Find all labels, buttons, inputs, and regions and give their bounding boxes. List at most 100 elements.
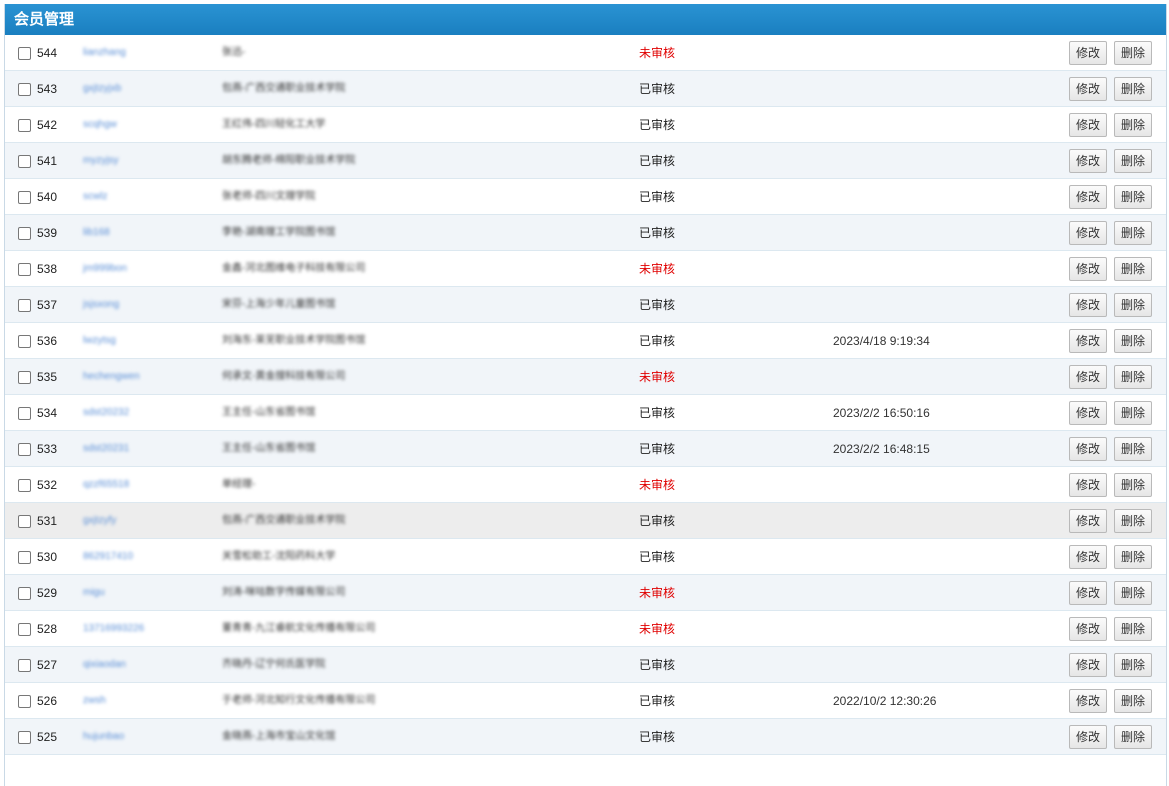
edit-button[interactable]: 修改 xyxy=(1069,653,1107,677)
delete-button[interactable]: 删除 xyxy=(1114,401,1152,425)
edit-button[interactable]: 修改 xyxy=(1069,437,1107,461)
username-link[interactable]: gxjtzyfy xyxy=(83,503,116,539)
row-checkbox[interactable] xyxy=(18,587,31,600)
edit-button[interactable]: 修改 xyxy=(1069,725,1107,749)
delete-button[interactable]: 删除 xyxy=(1114,293,1152,317)
username-link[interactable]: jsjsxong xyxy=(83,287,119,323)
member-id: 534 xyxy=(37,406,58,420)
row-checkbox[interactable] xyxy=(18,659,31,672)
status-badge: 已审核 xyxy=(639,694,676,708)
timestamp: 2022/10/2 12:30:26 xyxy=(833,694,937,708)
row-checkbox[interactable] xyxy=(18,155,31,168)
delete-button[interactable]: 删除 xyxy=(1114,365,1152,389)
edit-button[interactable]: 修改 xyxy=(1069,257,1107,281)
edit-button[interactable]: 修改 xyxy=(1069,113,1107,137)
edit-button[interactable]: 修改 xyxy=(1069,545,1107,569)
username-link[interactable]: hujunbao xyxy=(83,719,124,755)
edit-button[interactable]: 修改 xyxy=(1069,617,1107,641)
username-link[interactable]: lianzhang xyxy=(83,35,126,71)
table-row: 541 myzyjsy 胡东腾老师-绵阳职业技术学院 已审核 修改 删除 xyxy=(5,143,1166,179)
delete-button[interactable]: 删除 xyxy=(1114,77,1152,101)
row-checkbox[interactable] xyxy=(18,731,31,744)
delete-button[interactable]: 删除 xyxy=(1114,41,1152,65)
username-link[interactable]: hechengwen xyxy=(83,359,140,395)
table-row: 538 jm999bon 金鑫-河北图维电子科技有限公司 未审核 修改 删除 xyxy=(5,251,1166,287)
delete-button[interactable]: 删除 xyxy=(1114,581,1152,605)
delete-button[interactable]: 删除 xyxy=(1114,689,1152,713)
status-badge: 未审核 xyxy=(639,46,676,60)
username-link[interactable]: 862917410 xyxy=(83,539,133,575)
member-id: 542 xyxy=(37,118,58,132)
edit-button[interactable]: 修改 xyxy=(1069,473,1107,497)
username-link[interactable]: gxjtzyjxb xyxy=(83,71,121,107)
status-badge: 已审核 xyxy=(639,154,676,168)
row-checkbox[interactable] xyxy=(18,299,31,312)
edit-button[interactable]: 修改 xyxy=(1069,41,1107,65)
row-checkbox[interactable] xyxy=(18,47,31,60)
edit-button[interactable]: 修改 xyxy=(1069,581,1107,605)
row-checkbox[interactable] xyxy=(18,443,31,456)
delete-button[interactable]: 删除 xyxy=(1114,257,1152,281)
delete-button[interactable]: 删除 xyxy=(1114,185,1152,209)
edit-button[interactable]: 修改 xyxy=(1069,329,1107,353)
edit-button[interactable]: 修改 xyxy=(1069,293,1107,317)
username-link[interactable]: sdst20232 xyxy=(83,395,129,431)
delete-button[interactable]: 删除 xyxy=(1114,329,1152,353)
username-link[interactable]: jm999bon xyxy=(83,251,127,287)
member-id: 543 xyxy=(37,82,58,96)
table-row: 535 hechengwen 何承文-黄金搜科技有限公司 未审核 修改 删除 xyxy=(5,359,1166,395)
delete-button[interactable]: 删除 xyxy=(1114,545,1152,569)
row-checkbox[interactable] xyxy=(18,515,31,528)
username-link[interactable]: myzyjsy xyxy=(83,143,119,179)
delete-button[interactable]: 删除 xyxy=(1114,509,1152,533)
row-checkbox[interactable] xyxy=(18,335,31,348)
member-id: 532 xyxy=(37,478,58,492)
row-checkbox[interactable] xyxy=(18,551,31,564)
status-badge: 已审核 xyxy=(639,82,676,96)
username-link[interactable]: migu xyxy=(83,575,105,611)
delete-button[interactable]: 删除 xyxy=(1114,113,1152,137)
table-row: 530 862917410 关雪松助工-沈阳药科大学 已审核 修改 删除 xyxy=(5,539,1166,575)
edit-button[interactable]: 修改 xyxy=(1069,401,1107,425)
row-checkbox[interactable] xyxy=(18,119,31,132)
edit-button[interactable]: 修改 xyxy=(1069,185,1107,209)
member-id: 538 xyxy=(37,262,58,276)
username-link[interactable]: 13716993226 xyxy=(83,611,144,647)
username-link[interactable]: lwzytsg xyxy=(83,323,116,359)
status-badge: 已审核 xyxy=(639,406,676,420)
member-name: 齐晓丹-辽宁何氏医学院 xyxy=(222,659,326,670)
edit-button[interactable]: 修改 xyxy=(1069,365,1107,389)
row-checkbox[interactable] xyxy=(18,263,31,276)
row-checkbox[interactable] xyxy=(18,623,31,636)
delete-button[interactable]: 删除 xyxy=(1114,653,1152,677)
row-checkbox[interactable] xyxy=(18,371,31,384)
member-name: 何承文-黄金搜科技有限公司 xyxy=(222,371,346,382)
member-id: 527 xyxy=(37,658,58,672)
status-badge: 已审核 xyxy=(639,658,676,672)
delete-button[interactable]: 删除 xyxy=(1114,617,1152,641)
row-checkbox[interactable] xyxy=(18,695,31,708)
row-checkbox[interactable] xyxy=(18,191,31,204)
row-checkbox[interactable] xyxy=(18,407,31,420)
edit-button[interactable]: 修改 xyxy=(1069,221,1107,245)
username-link[interactable]: sdst20231 xyxy=(83,431,129,467)
username-link[interactable]: qixiaodan xyxy=(83,647,126,683)
row-checkbox[interactable] xyxy=(18,227,31,240)
edit-button[interactable]: 修改 xyxy=(1069,509,1107,533)
status-badge: 已审核 xyxy=(639,730,676,744)
username-link[interactable]: scwlz xyxy=(83,179,107,215)
delete-button[interactable]: 删除 xyxy=(1114,473,1152,497)
username-link[interactable]: lib168 xyxy=(83,215,110,251)
edit-button[interactable]: 修改 xyxy=(1069,689,1107,713)
username-link[interactable]: zwsh xyxy=(83,683,106,719)
username-link[interactable]: scqhgw xyxy=(83,107,117,143)
delete-button[interactable]: 删除 xyxy=(1114,221,1152,245)
delete-button[interactable]: 删除 xyxy=(1114,149,1152,173)
delete-button[interactable]: 删除 xyxy=(1114,437,1152,461)
row-checkbox[interactable] xyxy=(18,479,31,492)
row-checkbox[interactable] xyxy=(18,83,31,96)
delete-button[interactable]: 删除 xyxy=(1114,725,1152,749)
edit-button[interactable]: 修改 xyxy=(1069,149,1107,173)
edit-button[interactable]: 修改 xyxy=(1069,77,1107,101)
username-link[interactable]: qzzf65518 xyxy=(83,467,129,503)
